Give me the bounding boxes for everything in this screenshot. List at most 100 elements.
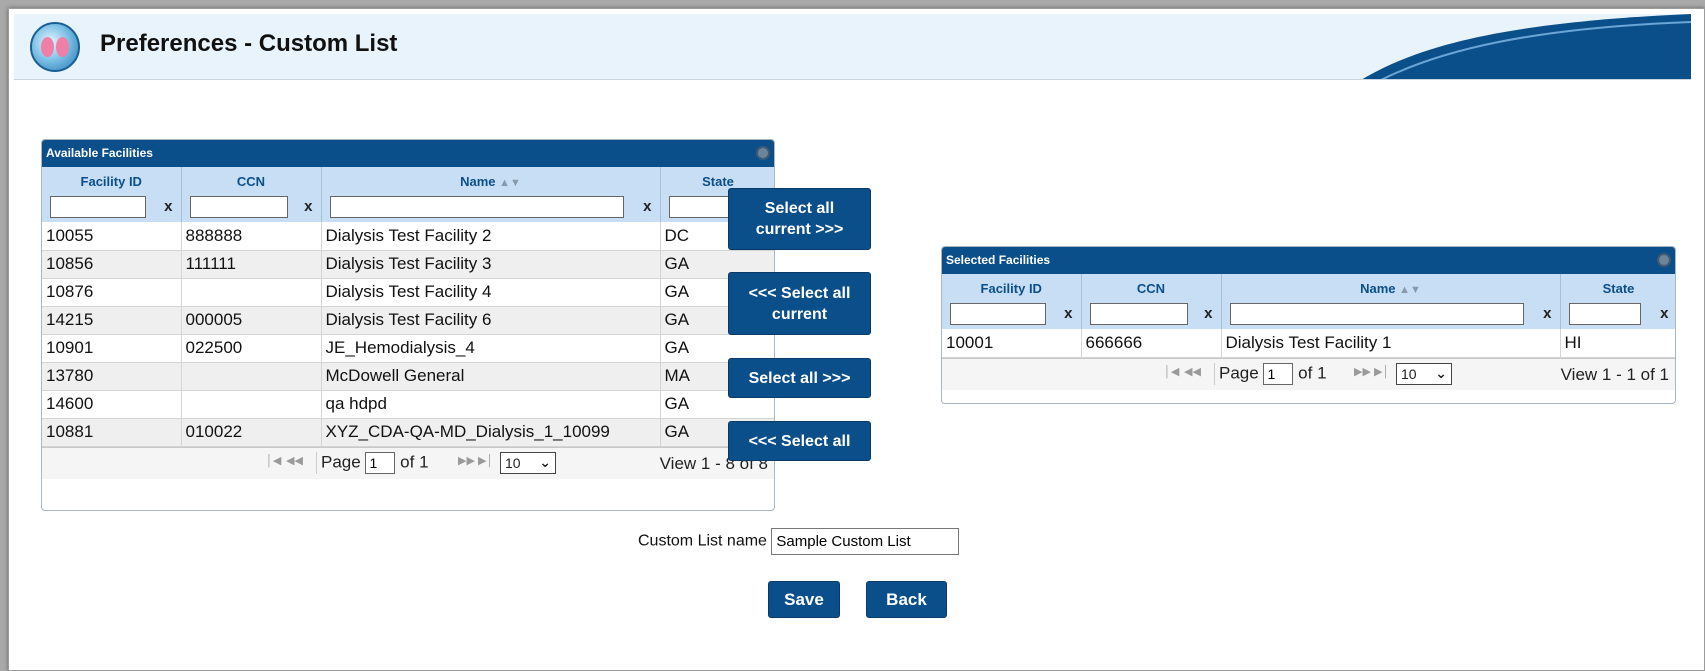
next-page-icon[interactable]: ▶▶: [458, 454, 475, 467]
available-table: Facility ID CCN Name ▲▼ State x x x x 10…: [42, 167, 774, 447]
table-cell: 10856: [42, 250, 182, 279]
filter-input-ccn[interactable]: [189, 195, 288, 218]
table-cell: Dialysis Test Facility 2: [321, 222, 661, 251]
custom-list-name-label: Custom List name: [638, 532, 767, 550]
clear-filter-button[interactable]: x: [1543, 305, 1551, 322]
page-indicator: Page of 1: [1214, 362, 1327, 385]
filter-cell: x: [1081, 302, 1222, 329]
sort-icon[interactable]: ▲▼: [499, 177, 521, 189]
grid-caption: Available Facilities: [42, 140, 774, 167]
table-cell: HI: [1560, 329, 1675, 358]
table-cell: 13780: [42, 362, 182, 391]
column-header-facility-id[interactable]: Facility ID: [942, 274, 1082, 302]
select-all-left-button[interactable]: <<< Select all: [728, 421, 871, 461]
gear-icon[interactable]: [1657, 253, 1671, 267]
selected-table: Facility ID CCN Name ▲▼ State x x x x 10…: [942, 274, 1675, 358]
table-cell: Dialysis Test Facility 1: [1221, 329, 1561, 358]
first-page-icon[interactable]: │◀: [266, 454, 281, 467]
table-cell: [181, 362, 322, 391]
select-all-current-right-button[interactable]: Select all current >>>: [728, 188, 871, 250]
select-all-right-button[interactable]: Select all >>>: [728, 358, 871, 398]
clear-filter-button[interactable]: x: [1064, 305, 1072, 322]
page-header: Preferences - Custom List: [14, 14, 1691, 80]
column-header-name[interactable]: Name ▲▼: [321, 167, 661, 195]
table-cell: 10055: [42, 222, 182, 251]
table-row[interactable]: 10881 010022 XYZ_CDA-QA-MD_Dialysis_1_1009…: [42, 418, 774, 447]
table-cell: 10901: [42, 334, 182, 363]
filter-cell: x: [42, 195, 182, 222]
table-row[interactable]: 13780 McDowell General MA: [42, 362, 774, 391]
select-all-current-left-button[interactable]: <<< Select all current: [728, 272, 871, 335]
table-cell: Dialysis Test Facility 3: [321, 250, 661, 279]
filter-input-name[interactable]: [329, 195, 624, 218]
table-cell: 14215: [42, 306, 182, 335]
grid-caption: Selected Facilities: [942, 247, 1675, 274]
page-title: Preferences - Custom List: [100, 30, 398, 57]
gear-icon[interactable]: [756, 146, 770, 160]
first-page-icon[interactable]: │◀: [1164, 365, 1179, 378]
page-number-input[interactable]: [1263, 362, 1294, 385]
clear-filter-button[interactable]: x: [164, 198, 172, 215]
table-cell: qa hdpd: [321, 390, 661, 419]
column-header-ccn[interactable]: CCN: [181, 167, 322, 195]
table-row[interactable]: 10901 022500 JE_Hemodialysis_4 GA: [42, 334, 774, 363]
filter-cell: x: [1221, 302, 1561, 329]
table-row[interactable]: 14215 000005 Dialysis Test Facility 6 GA: [42, 306, 774, 335]
column-header-facility-id[interactable]: Facility ID: [42, 167, 182, 195]
table-cell: 010022: [181, 418, 322, 447]
filter-input-facility-id[interactable]: [50, 195, 146, 218]
sort-icon[interactable]: ▲▼: [1399, 284, 1421, 296]
grid-caption-label: Available Facilities: [46, 146, 153, 160]
last-page-icon[interactable]: ▶│: [1374, 365, 1389, 378]
prev-page-icon[interactable]: ◀◀: [1184, 365, 1201, 378]
filter-input-state[interactable]: [1568, 302, 1641, 325]
page-number-input[interactable]: [365, 451, 396, 474]
table-row[interactable]: 10001 666666 Dialysis Test Facility 1 HI: [942, 329, 1675, 358]
filter-cell: x: [1560, 302, 1675, 329]
filter-input-facility-id[interactable]: [950, 302, 1046, 325]
column-header-name[interactable]: Name ▲▼: [1221, 274, 1561, 302]
clear-filter-button[interactable]: x: [1204, 305, 1212, 322]
back-button[interactable]: Back: [866, 581, 947, 618]
rows-per-page-select[interactable]: 10 ⌄: [1396, 362, 1452, 385]
custom-list-name-row: Custom List name: [638, 528, 960, 555]
filter-input-name[interactable]: [1229, 302, 1524, 325]
chevron-down-icon: ⌄: [1435, 364, 1447, 381]
table-cell: 14600: [42, 390, 182, 419]
rows-per-page-select[interactable]: 10 ⌄: [500, 451, 556, 474]
table-cell: 111111: [181, 250, 322, 279]
column-header-ccn[interactable]: CCN: [1081, 274, 1222, 302]
filter-cell: x: [321, 195, 661, 222]
table-cell: 022500: [181, 334, 322, 363]
clear-filter-button[interactable]: x: [304, 198, 312, 215]
filter-input-ccn[interactable]: [1089, 302, 1188, 325]
filter-cell: x: [942, 302, 1082, 329]
save-button[interactable]: Save: [768, 581, 840, 618]
table-cell: McDowell General: [321, 362, 661, 391]
table-cell: 666666: [1081, 329, 1222, 358]
table-cell: 888888: [181, 222, 322, 251]
column-header-state[interactable]: State: [1560, 274, 1675, 302]
table-cell: 10001: [942, 329, 1082, 358]
table-row[interactable]: 10876 Dialysis Test Facility 4 GA: [42, 278, 774, 307]
table-cell: Dialysis Test Facility 6: [321, 306, 661, 335]
custom-list-name-input[interactable]: [771, 528, 960, 555]
table-row[interactable]: 10055 888888 Dialysis Test Facility 2 DC: [42, 222, 774, 251]
view-count: View 1 - 1 of 1: [1560, 364, 1669, 384]
table-cell: Dialysis Test Facility 4: [321, 278, 661, 307]
table-row[interactable]: 10856 111111 Dialysis Test Facility 3 GA: [42, 250, 774, 279]
prev-page-icon[interactable]: ◀◀: [286, 454, 303, 467]
table-cell: [181, 278, 322, 307]
table-cell: XYZ_CDA-QA-MD_Dialysis_1_10099: [321, 418, 661, 447]
table-cell: 000005: [181, 306, 322, 335]
table-row[interactable]: 14600 qa hdpd GA: [42, 390, 774, 419]
next-page-icon[interactable]: ▶▶: [1354, 365, 1371, 378]
selected-facilities-grid: Selected Facilities Facility ID CCN Name…: [941, 246, 1676, 404]
table-cell: JE_Hemodialysis_4: [321, 334, 661, 363]
grid-caption-label: Selected Facilities: [946, 253, 1051, 267]
clear-filter-button[interactable]: x: [643, 198, 651, 215]
kidney-logo-icon: [30, 22, 80, 72]
chevron-down-icon: ⌄: [539, 453, 551, 470]
last-page-icon[interactable]: ▶│: [478, 454, 493, 467]
clear-filter-button[interactable]: x: [1660, 305, 1668, 322]
